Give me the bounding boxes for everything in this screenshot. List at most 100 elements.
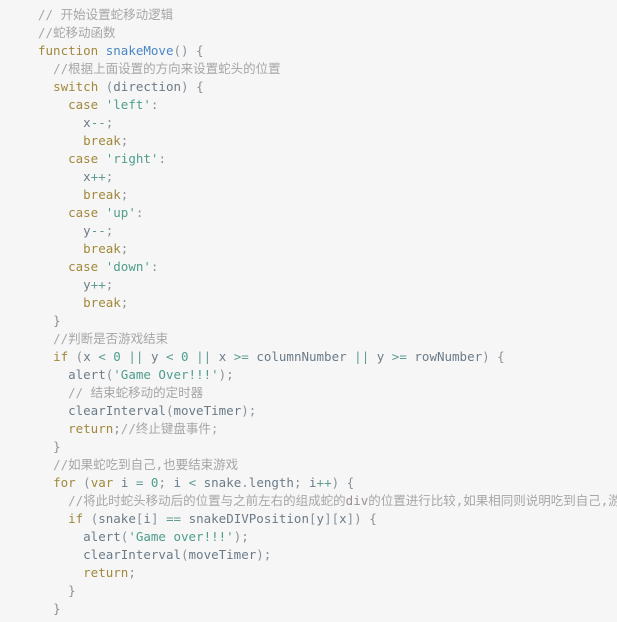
code-token-ident: x	[83, 169, 91, 184]
code-line[interactable]: function snakeMove() {	[0, 42, 617, 60]
code-line[interactable]: break;	[0, 132, 617, 150]
code-line[interactable]: // 结束蛇移动的定时器	[0, 384, 617, 402]
code-token-ident: alert	[68, 367, 106, 382]
code-line[interactable]: y--;	[0, 222, 617, 240]
code-token-punct: ;	[105, 223, 114, 238]
code-line[interactable]: switch (direction) {	[0, 78, 617, 96]
code-token-string: 'right'	[105, 151, 159, 166]
code-token-cjk-embed: div	[345, 493, 369, 508]
code-line[interactable]: //判断是否游戏结束	[0, 330, 617, 348]
code-token-operator: >=	[226, 349, 257, 364]
code-line[interactable]: return;//终止键盘事件;	[0, 420, 617, 438]
code-token-ident: direction	[113, 79, 182, 94]
code-token-operator: --	[90, 115, 106, 130]
code-token-ident: x	[83, 115, 91, 130]
code-line[interactable]: break;	[0, 294, 617, 312]
code-token-ident: y	[83, 223, 91, 238]
code-line[interactable]: }	[0, 600, 617, 618]
code-line[interactable]: y++;	[0, 276, 617, 294]
code-token-ident: y	[83, 277, 91, 292]
code-line[interactable]: }	[0, 438, 617, 456]
code-line[interactable]: alert('Game Over!!!');	[0, 366, 617, 384]
code-line[interactable]: alert('Game over!!!');	[0, 528, 617, 546]
code-token-comment: // 结束蛇移动的定时器	[68, 385, 204, 400]
code-line[interactable]: return;	[0, 564, 617, 582]
code-line[interactable]: for (var i = 0; i < snake.length; i++) {	[0, 474, 617, 492]
code-token-string: 'down'	[105, 259, 151, 274]
code-token-keyword: break	[83, 295, 121, 310]
code-token-comment: //终止键盘事件;	[120, 421, 219, 436]
code-line[interactable]: case 'left':	[0, 96, 617, 114]
code-token-keyword: case	[68, 205, 99, 220]
code-token-keyword: return	[83, 565, 129, 580]
code-token-operator: --	[90, 223, 106, 238]
code-token-keyword: break	[83, 241, 121, 256]
code-token-comment: //根据上面设置的方向来设置蛇头的位置	[53, 61, 281, 76]
code-token-operator: ==	[158, 511, 189, 526]
code-token-punct: ;	[120, 241, 129, 256]
code-line[interactable]: x--;	[0, 114, 617, 132]
code-line[interactable]: if (x < 0 || y < 0 || x >= columnNumber …	[0, 348, 617, 366]
code-line[interactable]: // 开始设置蛇移动逻辑	[0, 6, 617, 24]
code-token-punct: ;	[105, 169, 114, 184]
code-token-punct: (	[75, 475, 91, 490]
code-token-punct: .	[241, 475, 249, 490]
code-token-string: 'left'	[105, 97, 151, 112]
code-line[interactable]: //如果蛇吃到自己,也要结束游戏	[0, 456, 617, 474]
code-line[interactable]: clearInterval(moveTimer);	[0, 546, 617, 564]
code-token-ident: i	[143, 511, 151, 526]
code-token-comment: 的位置进行比较,如果相同则说明吃到自己,游戏结	[368, 493, 617, 508]
code-token-punct: );	[256, 547, 272, 562]
code-token-ident: snakeDIVPosition	[188, 511, 309, 526]
code-token-operator: <	[90, 349, 114, 364]
code-token-keyword: break	[83, 133, 121, 148]
code-viewer[interactable]: // 开始设置蛇移动逻辑//蛇移动函数 function snakeMove() …	[0, 0, 617, 622]
code-token-punct: (	[98, 79, 114, 94]
code-line[interactable]: x++;	[0, 168, 617, 186]
code-token-operator: =	[128, 475, 151, 490]
code-line[interactable]: clearInterval(moveTimer);	[0, 402, 617, 420]
code-token-ident: clearInterval	[68, 403, 166, 418]
code-token-ident: snake	[98, 511, 136, 526]
code-line[interactable]: if (snake[i] == snakeDIVPosition[y][x]) …	[0, 510, 617, 528]
code-line[interactable]: }	[0, 582, 617, 600]
code-token-punct: ;	[113, 421, 121, 436]
code-token-punct: (	[83, 511, 99, 526]
code-line[interactable]: break;	[0, 186, 617, 204]
code-token-punct: [	[309, 511, 317, 526]
code-token-operator: <	[181, 475, 204, 490]
code-token-comment: //蛇移动函数	[38, 25, 116, 40]
code-token-keyword: for	[53, 475, 76, 490]
code-token-keyword: switch	[53, 79, 99, 94]
code-line[interactable]: //蛇移动函数	[0, 24, 617, 42]
code-line[interactable]: //根据上面设置的方向来设置蛇头的位置	[0, 60, 617, 78]
code-token-punct: ;	[105, 115, 114, 130]
code-line[interactable]: case 'up':	[0, 204, 617, 222]
code-line[interactable]: break;	[0, 240, 617, 258]
code-token-keyword: break	[83, 187, 121, 202]
code-line[interactable]: //将此时蛇头移动后的位置与之前左右的组成蛇的div的位置进行比较,如果相同则说…	[0, 492, 617, 510]
code-line[interactable]: case 'down':	[0, 258, 617, 276]
code-token-keyword: if	[68, 511, 84, 526]
code-token-string: 'Game Over!!!'	[113, 367, 219, 382]
code-line[interactable]: }	[0, 312, 617, 330]
code-line[interactable]: case 'right':	[0, 150, 617, 168]
code-token-ident: y	[316, 511, 325, 526]
